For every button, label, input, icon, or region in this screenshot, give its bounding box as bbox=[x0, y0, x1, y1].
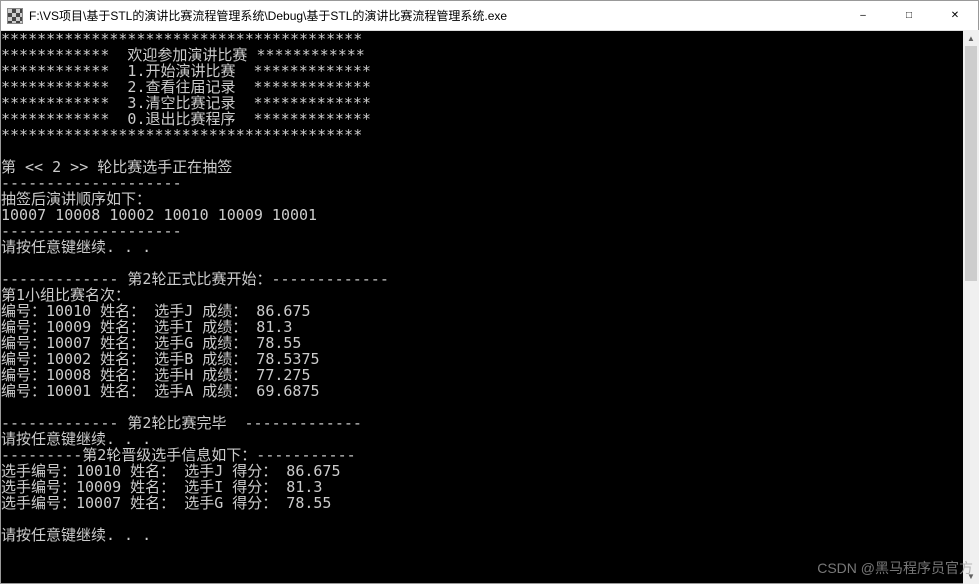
pause-3: 请按任意键继续. . . bbox=[1, 526, 151, 544]
window-title: F:\VS项目\基于STL的演讲比赛流程管理系统\Debug\基于STL的演讲比… bbox=[29, 7, 840, 24]
console-output: ****************************************… bbox=[1, 31, 978, 583]
result-row: 编号：10001 姓名： 选手A 成绩： 69.6875 bbox=[1, 382, 320, 400]
app-icon bbox=[7, 8, 23, 24]
close-button[interactable]: ✕ bbox=[932, 1, 978, 31]
pause-1: 请按任意键继续. . . bbox=[1, 238, 151, 256]
vertical-scrollbar[interactable]: ▲ ▼ bbox=[963, 30, 979, 584]
minimize-button[interactable]: – bbox=[840, 1, 886, 31]
menu-border-bot: **************************************** bbox=[1, 126, 362, 144]
scroll-track[interactable] bbox=[963, 46, 979, 568]
maximize-button[interactable]: □ bbox=[886, 1, 932, 31]
app-window: F:\VS项目\基于STL的演讲比赛流程管理系统\Debug\基于STL的演讲比… bbox=[0, 0, 979, 584]
watermark-text: CSDN @黑马程序员官方 bbox=[817, 558, 973, 578]
titlebar[interactable]: F:\VS项目\基于STL的演讲比赛流程管理系统\Debug\基于STL的演讲比… bbox=[1, 1, 978, 31]
scroll-thumb[interactable] bbox=[965, 46, 977, 281]
scroll-up-button[interactable]: ▲ bbox=[963, 30, 979, 46]
window-controls: – □ ✕ bbox=[840, 1, 978, 31]
promoted-row: 选手编号：10007 姓名： 选手G 得分： 78.55 bbox=[1, 494, 331, 512]
